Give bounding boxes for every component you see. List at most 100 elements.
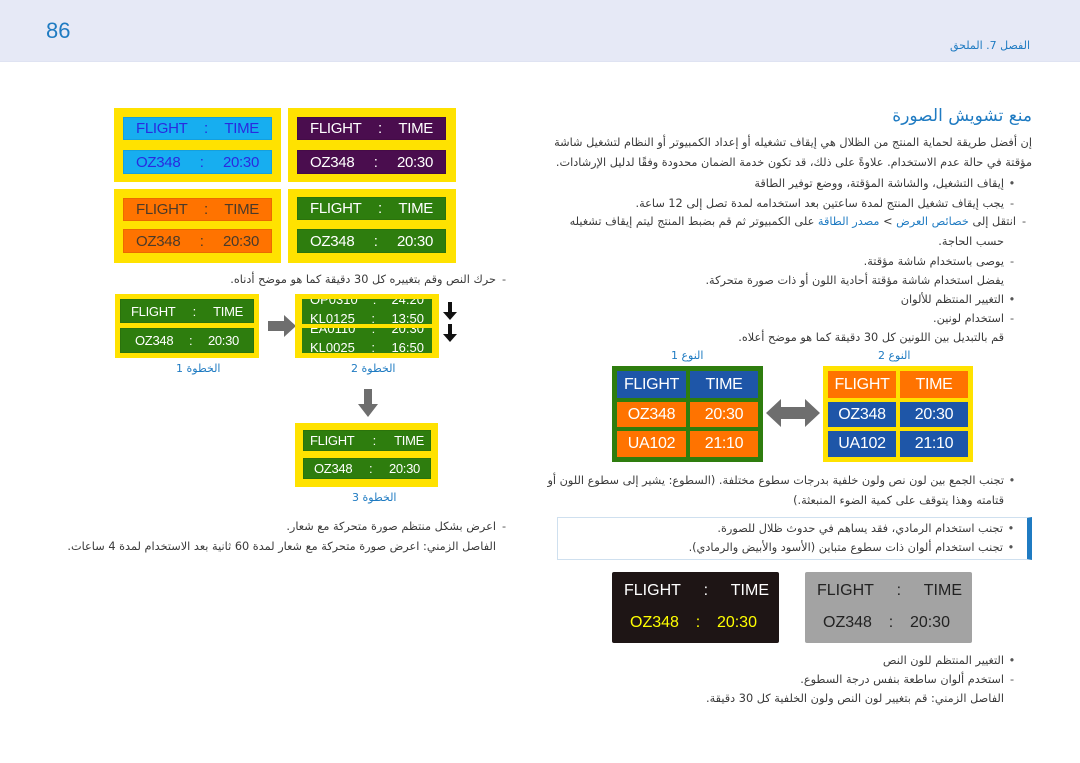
time-label: TIME [730,582,769,599]
dash-text-color-1: استخدم ألوان ساطعة بنفس درجة السطوع. [800,670,1020,691]
scroll-flight: EA0110 [310,328,356,336]
type2-flight-2: UA102 [828,431,896,457]
cyan-data-row: OZ348:20:30 [123,150,272,174]
scroll-time: 16:50 [391,340,424,354]
bullet-text: التغيير المنتظم للون النص [882,654,1004,667]
step3-data-row: OZ348:20:30 [303,458,431,479]
power-source-link[interactable]: مصدر الطاقة [818,215,880,228]
time-label: TIME [224,201,259,218]
colon: : [371,311,375,325]
type1-flight-header: FLIGHT [617,371,686,398]
scroll-row: KL0025: 16:50 [310,340,424,354]
flight-label: FLIGHT [310,120,362,137]
colon: : [188,333,193,348]
colon: : [368,461,373,476]
note-item-gray: تجنب استخدام الرمادي، فقد يساهم في حدوث … [717,519,1019,538]
note-box: تجنب استخدام الرمادي، فقد يساهم في حدوث … [557,517,1032,560]
colon: : [378,120,382,137]
step1-data-row: OZ348:20:30 [120,328,254,353]
step2-scroll-panel-bottom: EA0110: 20:30 KL0025: 16:50 [302,328,432,353]
flight-time: 20:30 [396,232,433,250]
right-arrow-icon [268,315,296,337]
note-text: تجنب استخدام الرمادي، فقد يساهم في حدوث … [717,522,1003,535]
green-board: FLIGHT: TIME OZ348:20:30 [288,189,456,263]
page-number: 86 [46,18,71,43]
scroll-row: KL0125: 13:50 [310,311,424,325]
type-1-board: FLIGHT TIME OZ348 20:30 UA102 21:10 [612,366,763,462]
flight-number: OZ348 [135,333,174,348]
type1-time-1: 20:30 [690,402,758,427]
note-text: تجنب استخدام ألوان ذات سطوع متباين (الأس… [688,541,1003,554]
colon: : [371,328,376,336]
bullet-color-change: التغيير المنتظم للألوان [901,290,1020,311]
type1-time-header: TIME [690,371,758,398]
flight-label: FLIGHT [624,582,681,599]
type2-time-1: 20:30 [900,402,968,427]
time-label: TIME [398,120,433,137]
flight-time: 20:30 [222,232,259,250]
step-2-board: OP0310: 24:20 KL0125: 13:50 EA0110: 20:30 K… [295,294,439,358]
display-properties-link[interactable]: خصائص العرض [896,215,969,228]
dash-move-text: حرك النص وقم بتغييره كل 30 دقيقة كما هو … [230,270,512,291]
scroll-time: 24:20 [391,299,424,307]
flight-time: 20:30 [388,461,420,476]
dash-power-2: انتقل إلى خصائص العرض > مصدر الطاقة على … [570,212,1032,233]
colon: : [372,433,377,448]
flight-number: OZ348 [314,461,353,476]
dash-text: يجب إيقاف تشغيل المنتج لمدة ساعتين بعد ا… [635,197,1004,210]
time-label: TIME [224,120,259,137]
gray-board: FLIGHT: TIME OZ348:20:30 [805,572,972,643]
bullet-text: إيقاف التشغيل، والشاشة المؤقتة، ووضع توف… [754,177,1004,190]
colon: : [896,582,902,599]
flight-label: FLIGHT [136,120,188,137]
orange-header-row: FLIGHT: TIME [123,198,272,221]
cyan-board: FLIGHT: TIME OZ348:20:30 [114,108,281,182]
flight-number: OZ348 [310,153,355,171]
type1-flight-2: UA102 [617,431,686,457]
green-header-row: FLIGHT: TIME [297,197,446,220]
dash-text: اعرض بشكل منتظم صورة متحركة مع شعار. [286,520,496,533]
down-arrow-icon [443,302,457,320]
orange-board: FLIGHT: TIME OZ348:20:30 [114,189,281,263]
black-board: FLIGHT: TIME OZ348:20:30 [612,572,779,643]
type2-flight-header: FLIGHT [828,371,896,398]
scroll-flight: KL0025 [310,340,355,354]
time-label: TIME [213,303,243,319]
step3-header-row: FLIGHT: TIME [303,430,431,451]
dash-power-3-cont: يفضل استخدام شاشة مؤقتة أحادية اللون أو … [705,274,1004,287]
purple-header-row: FLIGHT: TIME [297,117,446,140]
time-label: TIME [398,200,433,217]
flight-label: FLIGHT [310,200,362,217]
colon: : [371,340,375,354]
flight-label: FLIGHT [136,201,188,218]
scroll-time: 20:30 [391,328,424,336]
colon: : [378,200,382,217]
step2-scroll-panel-top: OP0310: 24:20 KL0125: 13:50 [302,299,432,324]
text-prefix: انتقل إلى [968,215,1016,228]
step1-header-row: FLIGHT: TIME [120,299,254,323]
type-1-caption: النوع 1 [671,349,704,362]
colon: : [373,232,378,250]
dash-color-1-cont: قم بالتبديل بين اللونين كل 30 دقيقة كما … [738,331,1004,344]
green-data-row: OZ348:20:30 [297,229,446,253]
dash-logo-cont: الفاصل الزمني: اعرض صورة متحركة مع شعار … [67,540,496,553]
type-2-board: FLIGHT TIME OZ348 20:30 UA102 21:10 [823,366,973,462]
down-arrow-icon [358,389,378,417]
type2-time-header: TIME [900,371,968,398]
colon: : [199,153,204,171]
colon: : [204,120,208,137]
colon: : [204,201,208,218]
colon: : [888,614,894,631]
section-title: منع تشويش الصورة [892,106,1032,126]
dash-logo: اعرض بشكل منتظم صورة متحركة مع شعار. [286,517,512,538]
flight-time: 20:30 [909,614,950,631]
separator: > [879,215,897,228]
bullet-avoid-combo: تجنب الجمع بين لون نص ولون خلفية بدرجات … [547,471,1020,492]
black-board-header-row: FLIGHT: TIME [624,582,769,600]
dash-text: حرك النص وقم بتغييره كل 30 دقيقة كما هو … [230,273,496,286]
scroll-flight: KL0125 [310,311,355,325]
orange-data-row: OZ348:20:30 [123,229,272,253]
scroll-flight: OP0310 [310,299,358,307]
colon: : [695,614,701,631]
scroll-time: 13:50 [391,311,424,325]
